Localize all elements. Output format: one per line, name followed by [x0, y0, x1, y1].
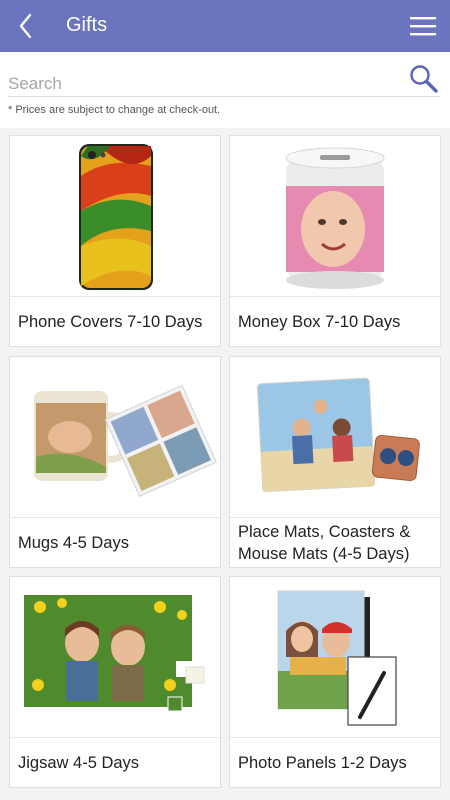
hamburger-menu-icon[interactable]	[410, 14, 436, 38]
place-mats-image	[230, 357, 440, 517]
mugs-image	[10, 357, 220, 517]
jigsaw-image	[10, 577, 220, 737]
product-card-mugs[interactable]: Mugs 4-5 Days	[9, 356, 221, 568]
product-label: Photo Panels 1-2 Days	[238, 754, 407, 772]
product-label: Place Mats, Coasters & Mouse Mats (4-5 D…	[238, 523, 411, 563]
phone-cover-image	[10, 136, 220, 296]
product-label: Money Box 7-10 Days	[238, 313, 401, 331]
back-arrow-icon[interactable]	[14, 12, 40, 40]
product-label: Jigsaw 4-5 Days	[18, 754, 140, 772]
product-label: Phone Covers 7-10 Days	[18, 313, 203, 331]
photo-panel-image	[230, 577, 440, 737]
product-label: Mugs 4-5 Days	[18, 534, 129, 552]
product-card-photo-panels[interactable]: Photo Panels 1-2 Days	[229, 576, 441, 788]
product-card-place-mats[interactable]: Place Mats, Coasters & Mouse Mats (4-5 D…	[229, 356, 441, 568]
page-title: Gifts	[66, 14, 108, 36]
app-bar: Gifts	[0, 0, 450, 52]
search-input[interactable]	[8, 72, 338, 96]
money-box-image	[230, 136, 440, 296]
search-icon[interactable]	[408, 64, 440, 94]
product-card-money-box[interactable]: Money Box 7-10 Days	[229, 135, 441, 347]
product-card-phone-covers[interactable]: Phone Covers 7-10 Days	[9, 135, 221, 347]
product-card-jigsaw[interactable]: Jigsaw 4-5 Days	[9, 576, 221, 788]
price-disclaimer: * Prices are subject to change at check-…	[8, 104, 221, 116]
search-underline	[8, 96, 440, 97]
